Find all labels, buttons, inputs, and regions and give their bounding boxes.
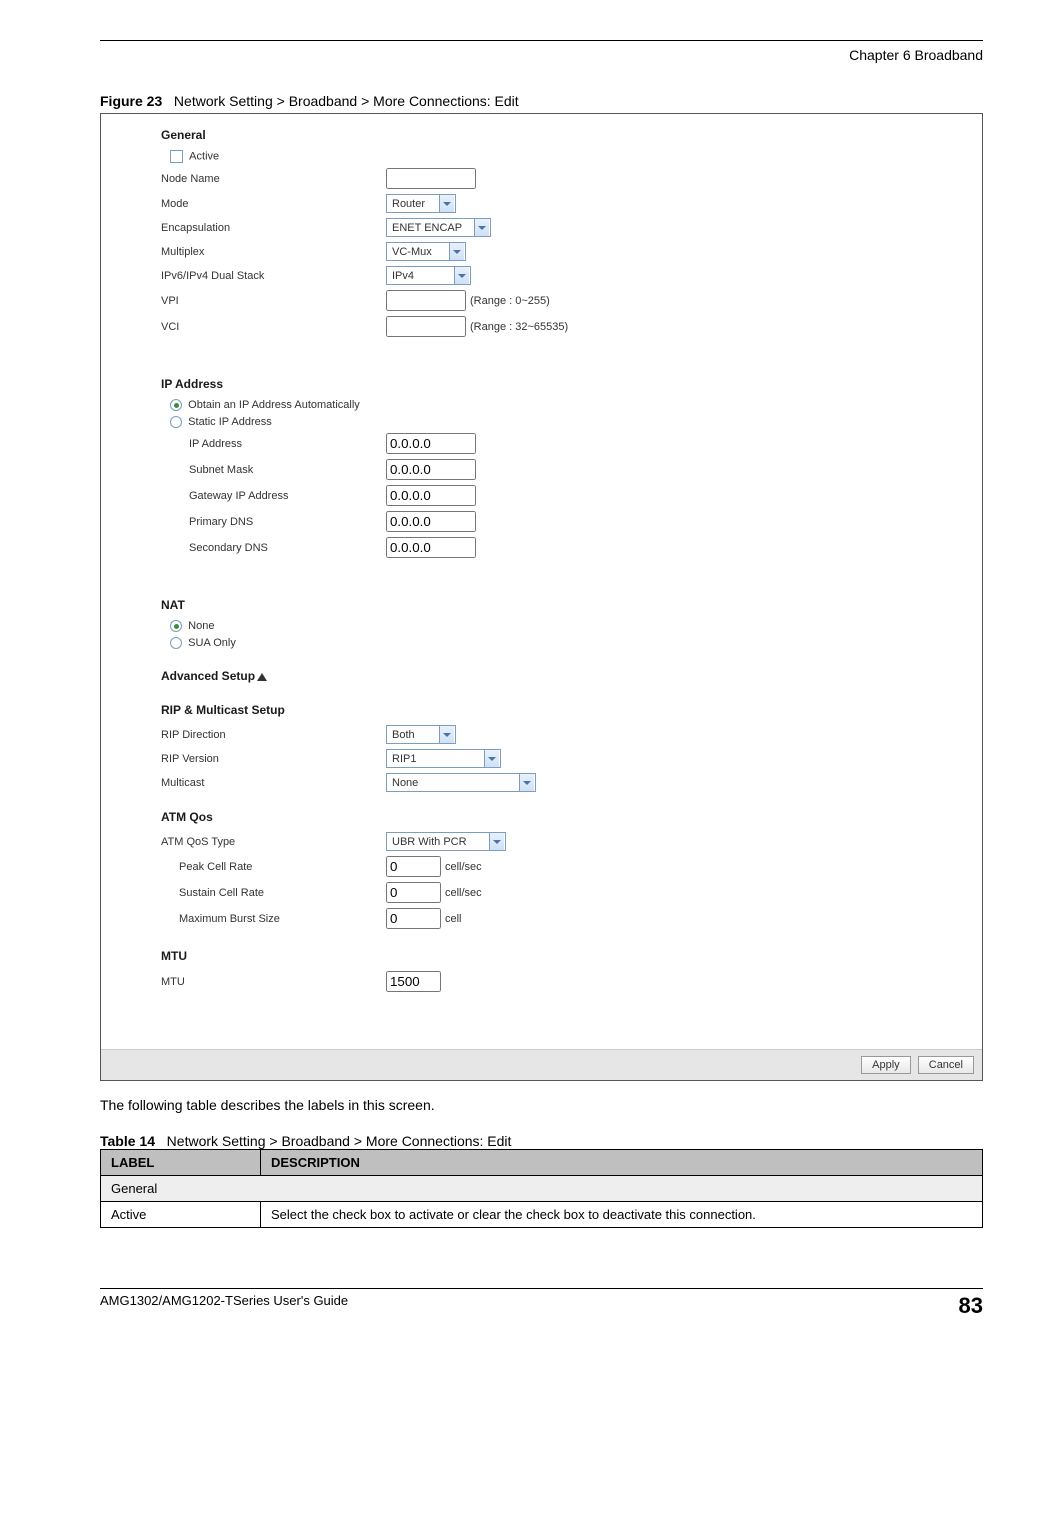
mtu-input[interactable] xyxy=(386,971,441,992)
table-title: Network Setting > Broadband > More Conne… xyxy=(167,1133,512,1149)
dns1-label: Primary DNS xyxy=(161,516,386,528)
button-bar: Apply Cancel xyxy=(101,1049,982,1080)
screenshot-panel: General Active Node Name ModeRouter Enca… xyxy=(100,113,983,1081)
chevron-down-icon xyxy=(489,833,504,850)
mode-select[interactable]: Router xyxy=(386,194,456,213)
dns2-input[interactable] xyxy=(386,537,476,558)
section-ip: IP Address xyxy=(161,377,982,391)
atm-type-label: ATM QoS Type xyxy=(161,836,386,848)
figure-title: Network Setting > Broadband > More Conne… xyxy=(174,93,519,109)
encap-select[interactable]: ENET ENCAP xyxy=(386,218,491,237)
mbs-suffix: cell xyxy=(445,913,462,925)
apply-button[interactable]: Apply xyxy=(861,1056,911,1074)
mbs-input[interactable] xyxy=(386,908,441,929)
chevron-down-icon xyxy=(449,243,464,260)
chevron-down-icon xyxy=(439,195,454,212)
chevron-down-icon xyxy=(454,267,469,284)
chapter-header: Chapter 6 Broadband xyxy=(100,47,983,63)
footer-guide: AMG1302/AMG1202-TSeries User's Guide xyxy=(100,1293,348,1319)
rip-ver-select[interactable]: RIP1 xyxy=(386,749,501,768)
vci-range: (Range : 32~65535) xyxy=(470,321,568,333)
mbs-label: Maximum Burst Size xyxy=(161,913,386,925)
rip-dir-label: RIP Direction xyxy=(161,729,386,741)
ip-addr-input[interactable] xyxy=(386,433,476,454)
chevron-down-icon xyxy=(484,750,499,767)
scr-suffix: cell/sec xyxy=(445,887,482,899)
gw-label: Gateway IP Address xyxy=(161,490,386,502)
page-number: 83 xyxy=(959,1293,983,1319)
scr-input[interactable] xyxy=(386,882,441,903)
nat-none-radio[interactable] xyxy=(170,620,182,632)
rip-dir-select[interactable]: Both xyxy=(386,725,456,744)
mask-input[interactable] xyxy=(386,459,476,480)
section-mtu: MTU xyxy=(161,949,982,963)
ip-auto-radio[interactable] xyxy=(170,399,182,411)
section-general: General xyxy=(161,128,982,142)
encap-label: Encapsulation xyxy=(161,222,386,234)
nat-sua-label: SUA Only xyxy=(188,637,236,649)
active-label: Active xyxy=(189,150,219,162)
mux-label: Multiplex xyxy=(161,246,386,258)
section-advanced: Advanced Setup xyxy=(161,669,982,683)
mode-label: Mode xyxy=(161,198,386,210)
table-number: Table 14 xyxy=(100,1133,155,1149)
dualstack-select[interactable]: IPv4 xyxy=(386,266,471,285)
dualstack-label: IPv6/IPv4 Dual Stack xyxy=(161,270,386,282)
th-desc: DESCRIPTION xyxy=(261,1150,983,1176)
body-paragraph: The following table describes the labels… xyxy=(100,1097,983,1113)
atm-type-select[interactable]: UBR With PCR xyxy=(386,832,506,851)
active-checkbox[interactable] xyxy=(170,150,183,163)
table-caption: Table 14 Network Setting > Broadband > M… xyxy=(100,1133,983,1149)
gw-input[interactable] xyxy=(386,485,476,506)
desc-table: LABEL DESCRIPTION General Active Select … xyxy=(100,1149,983,1228)
vci-label: VCI xyxy=(161,321,386,333)
vci-input[interactable] xyxy=(386,316,466,337)
multicast-select[interactable]: None xyxy=(386,773,536,792)
node-name-input[interactable] xyxy=(386,168,476,189)
ip-static-label: Static IP Address xyxy=(188,416,272,428)
table-cell: Select the check box to activate or clea… xyxy=(261,1202,983,1228)
th-label: LABEL xyxy=(101,1150,261,1176)
table-row: General xyxy=(101,1176,983,1202)
rip-ver-label: RIP Version xyxy=(161,753,386,765)
dns1-input[interactable] xyxy=(386,511,476,532)
mtu-label: MTU xyxy=(161,976,386,988)
collapse-icon[interactable] xyxy=(257,673,267,681)
chevron-down-icon xyxy=(519,774,534,791)
section-nat: NAT xyxy=(161,598,982,612)
mask-label: Subnet Mask xyxy=(161,464,386,476)
pcr-suffix: cell/sec xyxy=(445,861,482,873)
mux-select[interactable]: VC-Mux xyxy=(386,242,466,261)
cancel-button[interactable]: Cancel xyxy=(918,1056,974,1074)
scr-label: Sustain Cell Rate xyxy=(161,887,386,899)
chevron-down-icon xyxy=(474,219,489,236)
vpi-input[interactable] xyxy=(386,290,466,311)
ip-auto-label: Obtain an IP Address Automatically xyxy=(188,399,360,411)
pcr-label: Peak Cell Rate xyxy=(161,861,386,873)
nat-none-label: None xyxy=(188,620,214,632)
pcr-input[interactable] xyxy=(386,856,441,877)
ip-static-radio[interactable] xyxy=(170,416,182,428)
vpi-label: VPI xyxy=(161,295,386,307)
multicast-label: Multicast xyxy=(161,777,386,789)
figure-number: Figure 23 xyxy=(100,93,162,109)
node-name-label: Node Name xyxy=(161,173,386,185)
chevron-down-icon xyxy=(439,726,454,743)
section-rip: RIP & Multicast Setup xyxy=(161,703,982,717)
dns2-label: Secondary DNS xyxy=(161,542,386,554)
nat-sua-radio[interactable] xyxy=(170,637,182,649)
table-row: Active xyxy=(101,1202,261,1228)
figure-caption: Figure 23 Network Setting > Broadband > … xyxy=(100,93,983,109)
section-atm: ATM Qos xyxy=(161,810,982,824)
ip-addr-label: IP Address xyxy=(161,438,386,450)
vpi-range: (Range : 0~255) xyxy=(470,295,550,307)
